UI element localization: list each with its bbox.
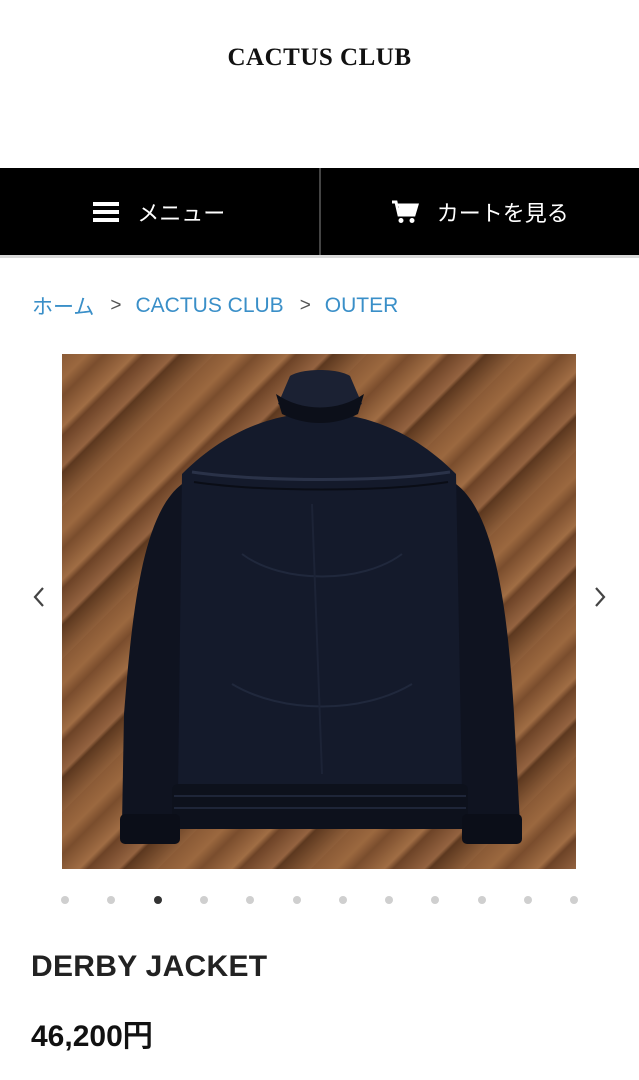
carousel-dot[interactable] (385, 896, 394, 904)
breadcrumb-separator: > (110, 295, 122, 316)
product-image-carousel (0, 354, 639, 869)
carousel-dot[interactable] (107, 896, 116, 904)
carousel-dot[interactable] (477, 896, 486, 904)
carousel-dot[interactable] (199, 896, 208, 904)
carousel-dot[interactable] (246, 896, 255, 904)
product-price: 46,200円 (31, 1020, 153, 1053)
site-header: CACTUS CLUB (0, 0, 639, 168)
chevron-right-icon (595, 587, 606, 607)
hamburger-icon (93, 201, 120, 223)
breadcrumb-category[interactable]: OUTER (325, 294, 399, 318)
breadcrumb-separator: > (299, 295, 311, 316)
cart-icon (391, 199, 419, 225)
carousel-dot[interactable] (524, 896, 532, 904)
carousel-pagination (55, 893, 585, 907)
carousel-dot[interactable] (292, 896, 301, 904)
breadcrumb-home[interactable]: ホーム (32, 291, 94, 321)
product-title: DERBY JACKET (31, 950, 268, 983)
jacket-illustration (120, 370, 522, 844)
carousel-dot[interactable] (570, 896, 579, 904)
breadcrumb: ホーム > CACTUS CLUB > OUTER (32, 291, 398, 321)
carousel-dot[interactable] (153, 896, 162, 904)
carousel-prev-button[interactable] (24, 582, 54, 612)
site-logo[interactable]: CACTUS CLUB (0, 44, 639, 72)
carousel-next-button[interactable] (585, 582, 615, 612)
cart-label: カートを見る (436, 201, 569, 227)
chevron-left-icon (33, 587, 44, 607)
menu-label: メニュー (137, 201, 226, 227)
carousel-dot[interactable] (431, 896, 440, 904)
view-cart-button[interactable]: カートを見る (318, 168, 639, 255)
carousel-dot[interactable] (61, 896, 69, 904)
main-navbar: メニュー カートを見る (0, 168, 639, 258)
breadcrumb-brand[interactable]: CACTUS CLUB (135, 294, 283, 318)
carousel-dot[interactable] (338, 896, 347, 904)
menu-button[interactable]: メニュー (0, 168, 319, 255)
product-photo[interactable] (62, 354, 576, 869)
